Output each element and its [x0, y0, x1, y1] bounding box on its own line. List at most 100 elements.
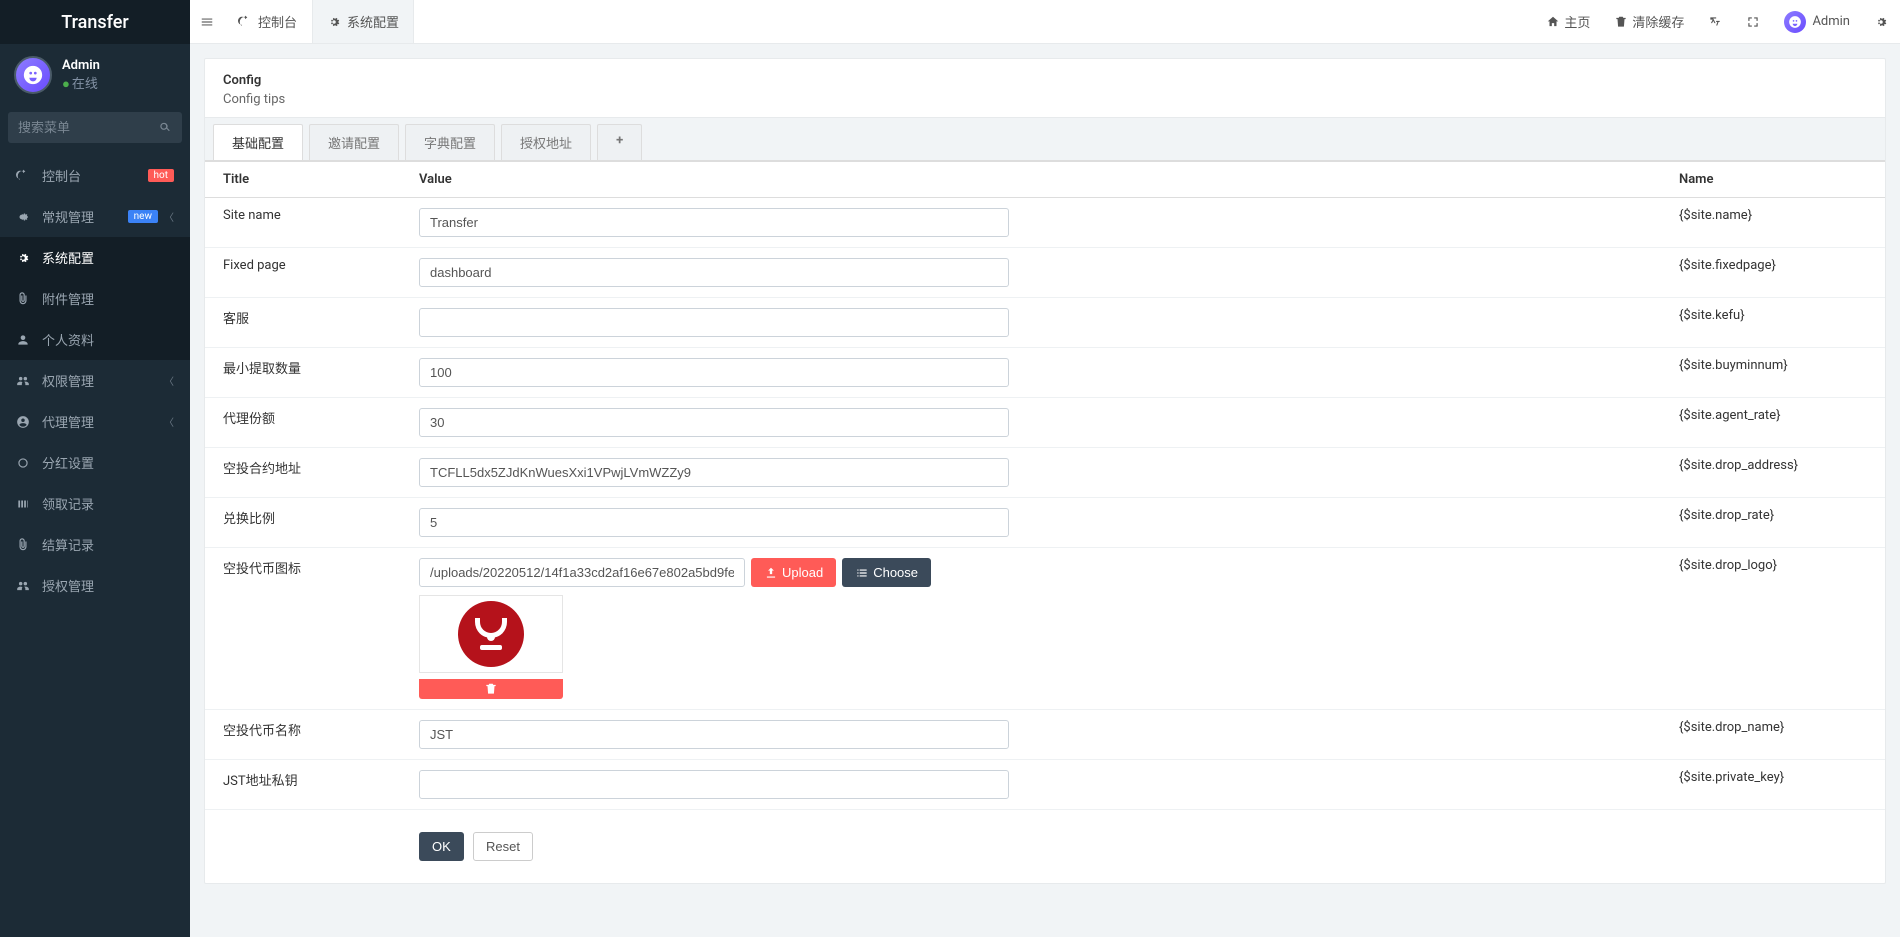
cog-icon — [16, 251, 32, 265]
sidebar-item-4[interactable]: 个人资料 — [0, 319, 190, 360]
tr-home[interactable]: 主页 — [1534, 0, 1602, 43]
chevron-left-icon: 〈 — [164, 209, 174, 224]
top-tab-1[interactable]: 系统配置 — [312, 0, 414, 43]
config-table: Title Value Name Site name {$site.name}F… — [205, 160, 1885, 883]
tab-label: 系统配置 — [347, 12, 399, 31]
tr-language[interactable] — [1696, 0, 1734, 43]
delete-image-button[interactable] — [419, 679, 563, 699]
upload-icon — [764, 566, 778, 580]
chevron-left-icon: 〈 — [164, 414, 174, 429]
search-icon[interactable] — [158, 120, 172, 135]
user-name: Admin — [62, 58, 100, 73]
user-panel: Admin ●在线 — [0, 44, 190, 106]
choose-button[interactable]: Choose — [842, 558, 931, 587]
sidebar-item-6[interactable]: 代理管理〈 — [0, 401, 190, 442]
row-name: {$site.drop_rate} — [1665, 498, 1885, 548]
sidebar-item-1[interactable]: 常规管理new 〈 — [0, 196, 190, 237]
search-input[interactable] — [8, 112, 182, 143]
row-title: 空投代币图标 — [205, 548, 405, 710]
bars2-icon — [16, 497, 32, 511]
value-input[interactable] — [419, 308, 1009, 337]
value-input[interactable] — [419, 508, 1009, 537]
sidebar-item-10[interactable]: 授权管理 — [0, 565, 190, 606]
tab-label: 控制台 — [258, 12, 297, 31]
reset-button[interactable]: Reset — [473, 832, 533, 861]
table-row: 最小提取数量 {$site.buyminnum} — [205, 348, 1885, 398]
circle-icon — [16, 456, 32, 470]
menu-label: 个人资料 — [42, 330, 174, 349]
topbar: 控制台 系统配置 主页 清除缓存 Admin — [190, 0, 1900, 44]
tr-settings[interactable] — [1862, 0, 1900, 43]
expand-icon — [1746, 15, 1760, 29]
value-input[interactable] — [419, 258, 1009, 287]
row-title: 兑换比例 — [205, 498, 405, 548]
sidebar-item-8[interactable]: 领取记录 — [0, 483, 190, 524]
config-tab-2[interactable]: 字典配置 — [405, 124, 495, 160]
tr-fullscreen[interactable] — [1734, 0, 1772, 43]
top-tab-0[interactable]: 控制台 — [224, 0, 312, 43]
config-tab-3[interactable]: 授权地址 — [501, 124, 591, 160]
row-title: 最小提取数量 — [205, 348, 405, 398]
value-input[interactable] — [419, 358, 1009, 387]
sidebar-item-5[interactable]: 权限管理〈 — [0, 360, 190, 401]
menu-label: 常规管理 — [42, 207, 128, 226]
config-tab-1[interactable]: 邀请配置 — [309, 124, 399, 160]
menu-label: 控制台 — [42, 166, 148, 185]
menu-label: 系统配置 — [42, 248, 174, 267]
row-title: 代理份额 — [205, 398, 405, 448]
menu-badge: new — [128, 210, 158, 223]
value-input[interactable] — [419, 408, 1009, 437]
value-input[interactable] — [419, 458, 1009, 487]
value-input[interactable] — [419, 720, 1009, 749]
upload-button[interactable]: Upload — [751, 558, 836, 587]
trash-icon — [1614, 14, 1628, 29]
value-input[interactable] — [419, 558, 745, 587]
tr-user[interactable]: Admin — [1772, 0, 1862, 43]
sidebar-item-0[interactable]: 控制台hot — [0, 155, 190, 196]
table-row: 代理份额 {$site.agent_rate} — [205, 398, 1885, 448]
sidebar-item-7[interactable]: 分红设置 — [0, 442, 190, 483]
value-input[interactable] — [419, 770, 1009, 799]
row-name: {$site.kefu} — [1665, 298, 1885, 348]
sidebar-item-3[interactable]: 附件管理 — [0, 278, 190, 319]
token-logo-icon — [458, 601, 524, 667]
row-name: {$site.drop_address} — [1665, 448, 1885, 498]
users-icon — [16, 579, 32, 593]
list-icon — [855, 566, 869, 580]
content: Config Config tips 基础配置邀请配置字典配置授权地址+ Tit… — [190, 44, 1900, 937]
avatar-small — [1784, 11, 1806, 33]
avatar[interactable] — [14, 56, 52, 94]
sidebar-item-9[interactable]: 结算记录 — [0, 524, 190, 565]
value-input[interactable] — [419, 208, 1009, 237]
sidebar-search — [8, 112, 182, 143]
menu-label: 结算记录 — [42, 535, 174, 554]
home-icon — [1546, 14, 1560, 29]
menu-label: 授权管理 — [42, 576, 174, 595]
paperclip-icon — [16, 538, 32, 552]
menu-label: 附件管理 — [42, 289, 174, 308]
tr-clear-cache[interactable]: 清除缓存 — [1602, 0, 1696, 43]
hamburger-icon[interactable] — [190, 0, 224, 44]
menu-label: 分红设置 — [42, 453, 174, 472]
table-row: 空投代币图标 Upload Choose {$site.drop_logo} — [205, 548, 1885, 710]
chevron-left-icon: 〈 — [164, 373, 174, 388]
menu-label: 领取记录 — [42, 494, 174, 513]
main: 控制台系统配置 主页 清除缓存 Admin Config Config tips — [190, 0, 1900, 937]
cog-icon — [327, 14, 341, 29]
config-tab-add[interactable]: + — [597, 124, 642, 160]
table-row: 客服 {$site.kefu} — [205, 298, 1885, 348]
config-tab-0[interactable]: 基础配置 — [213, 124, 303, 160]
row-name: {$site.fixedpage} — [1665, 248, 1885, 298]
ok-button[interactable]: OK — [419, 832, 464, 861]
row-title: JST地址私钥 — [205, 760, 405, 810]
row-title: Site name — [205, 198, 405, 248]
user-status: ●在线 — [62, 73, 100, 92]
row-name: {$site.drop_logo} — [1665, 548, 1885, 710]
th-name: Name — [1665, 161, 1885, 198]
sidebar-item-2[interactable]: 系统配置 — [0, 237, 190, 278]
preview-image — [419, 595, 563, 673]
th-title: Title — [205, 161, 405, 198]
th-value: Value — [405, 161, 1665, 198]
table-row: Site name {$site.name} — [205, 198, 1885, 248]
dashboard-icon — [16, 169, 32, 183]
